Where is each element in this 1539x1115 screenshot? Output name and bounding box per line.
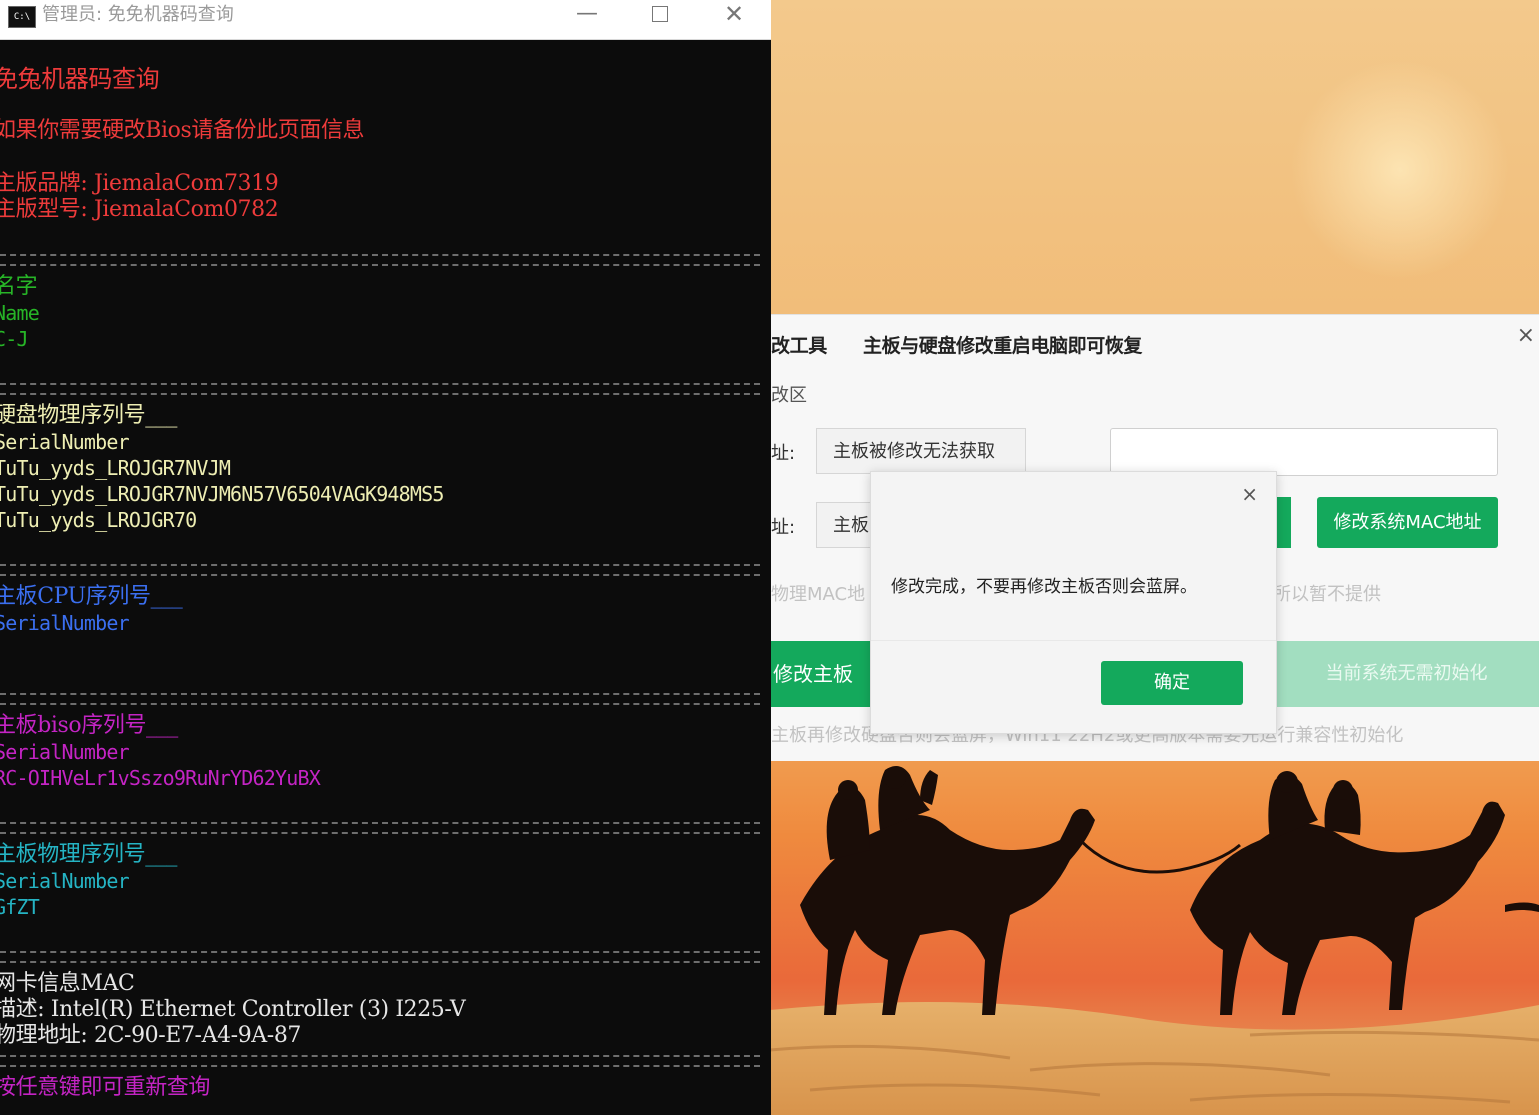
lead-rope (1078, 838, 1241, 874)
disk-section-label: SerialNumber (0, 430, 130, 454)
modify-board-button[interactable]: 修改主板 (771, 641, 873, 707)
separator-line (0, 822, 760, 834)
board-serial-title: 主板物理序列号___ (0, 842, 178, 867)
window-title: 管理员: 免免机器码查询 (42, 4, 234, 25)
compatibility-init-button[interactable]: 当前系统无需初始化 (1274, 641, 1539, 707)
section-label: 改区 (771, 385, 807, 406)
tool-subtitle: 主板与硬盘修改重启电脑即可恢复 (863, 335, 1143, 357)
board-model-line: 主版型号: JiemalaCom0782 (0, 197, 279, 222)
nic-physical-address: 物理地址: 2C-90-E7-A4-9A-87 (0, 1023, 302, 1048)
bios-serial-value: RC-OIHVeLr1vSszo9RuNrYD62YuBX (0, 766, 321, 790)
modify-mac-button[interactable]: 修改系统MAC地址 (1317, 497, 1498, 548)
disk-serial-1: TuTu_yyds_LROJGR7NVJM (0, 456, 231, 480)
nic-section-title: 网卡信息MAC (0, 971, 135, 996)
dialog-ok-button[interactable]: 确定 (1101, 661, 1243, 705)
address-label-1: 址: (771, 443, 796, 464)
console-window: C:\ 管理员: 免免机器码查询 — ✕ 免兔机器码查询 如果你需要硬改Bios… (0, 0, 771, 1115)
console-heading: 免兔机器码查询 (0, 65, 160, 93)
separator-line (0, 254, 760, 266)
cpu-section-label: SerialNumber (0, 611, 130, 635)
console-output: 免兔机器码查询 如果你需要硬改Bios请备份此页面信息 主版品牌: Jiemal… (0, 40, 771, 1115)
separator-line (0, 951, 760, 963)
cpu-section-title: 主板CPU序列号___ (0, 584, 183, 609)
mac-hint-left: 物理MAC地 (771, 584, 866, 605)
board-info-field-1: 主板被修改无法获取 (816, 428, 1026, 474)
disk-serial-2: TuTu_yyds_LROJGR7NVJM6N57V6504VAGK948MS5 (0, 482, 444, 506)
separator-line (0, 693, 760, 705)
separator-line (0, 1055, 760, 1067)
console-notice: 如果你需要硬改Bios请备份此页面信息 (0, 118, 365, 143)
close-window-button[interactable]: ✕ (710, 0, 758, 30)
disk-serial-3: TuTu_yyds_LROJGR70 (0, 508, 197, 532)
console-footer: 按任意键即可重新查询 (0, 1075, 211, 1100)
address-label-2: 址: (771, 517, 796, 538)
name-section-label: Name (0, 301, 40, 325)
mac-hint-right: 所以暂不提供 (1273, 584, 1381, 605)
maximize-button[interactable] (636, 0, 684, 30)
bios-section-label: SerialNumber (0, 740, 130, 764)
dialog-divider (871, 640, 1276, 641)
tool-title: 改工具 (771, 335, 827, 357)
nic-description: 描述: Intel(R) Ethernet Controller (3) I22… (0, 997, 466, 1022)
name-section-title: 名字 (0, 274, 38, 299)
dialog-message: 修改完成，不要再修改主板否则会蓝屏。 (891, 577, 1197, 597)
minimize-button[interactable]: — (563, 0, 611, 30)
board-serial-label: SerialNumber (0, 869, 130, 893)
disk-section-title: 硬盘物理序列号___ (0, 403, 178, 428)
camel-left (800, 766, 1095, 1015)
maximize-icon (652, 6, 668, 22)
console-titlebar[interactable]: C:\ 管理员: 免免机器码查询 — ✕ (0, 0, 771, 40)
completion-dialog: × 修改完成，不要再修改主板否则会蓝屏。 确定 (870, 471, 1277, 734)
board-serial-value: GfZT (0, 895, 40, 919)
separator-line (0, 564, 760, 576)
dialog-close-button[interactable]: × (1241, 482, 1258, 506)
bios-section-title: 主板biso序列号___ (0, 713, 178, 738)
mac-address-input[interactable] (1110, 428, 1498, 476)
board-brand-line: 主版品牌: JiemalaCom7319 (0, 171, 279, 196)
tool-close-button[interactable]: × (1517, 323, 1535, 348)
camel-right (1190, 771, 1539, 1015)
name-section-value: C-J (0, 327, 29, 351)
separator-line (0, 383, 760, 395)
console-app-icon: C:\ (8, 6, 36, 28)
